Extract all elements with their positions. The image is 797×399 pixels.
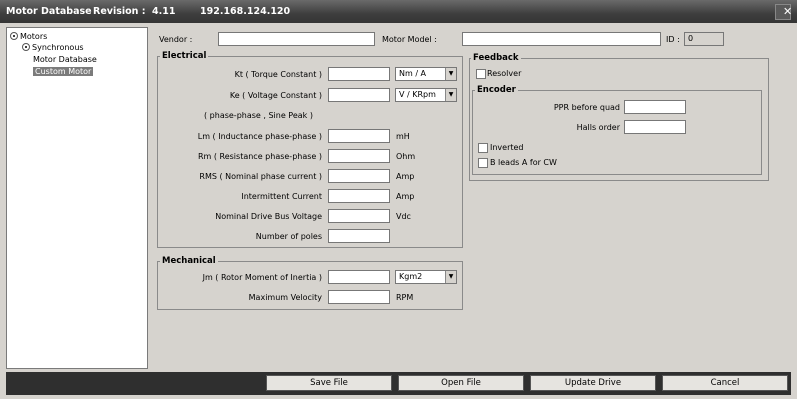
bus-voltage-input[interactable]	[328, 209, 390, 223]
close-button[interactable]: ✕	[775, 4, 793, 20]
jm-input[interactable]	[328, 270, 390, 284]
tree-item-motors[interactable]: Motors	[10, 31, 47, 41]
vendor-label: Vendor :	[159, 35, 193, 44]
intermittent-unit: Amp	[396, 192, 415, 201]
poles-label: Number of poles	[255, 232, 322, 241]
revision-value: 4.11	[152, 6, 176, 17]
intermittent-input[interactable]	[328, 189, 390, 203]
motor-model-input[interactable]	[462, 32, 661, 46]
rm-input[interactable]	[328, 149, 390, 163]
tree-node-icon	[22, 43, 30, 51]
kt-unit-select[interactable]: Nm / A ▼	[395, 67, 457, 81]
motor-tree[interactable]: Motors Synchronous Motor Database Custom…	[6, 27, 148, 369]
poles-input[interactable]	[328, 229, 390, 243]
encoder-title: Encoder	[475, 85, 518, 95]
tree-node-icon	[10, 32, 18, 40]
dropdown-arrow-icon: ▼	[445, 68, 456, 80]
halls-input[interactable]	[624, 120, 686, 134]
resolver-checkbox[interactable]	[476, 69, 486, 79]
lm-unit: mH	[396, 132, 410, 141]
dropdown-arrow-icon: ▼	[445, 271, 456, 283]
b-leads-a-checkbox[interactable]	[478, 158, 488, 168]
window-title: Motor Database	[6, 6, 92, 17]
rm-unit: Ohm	[396, 152, 416, 161]
mechanical-group	[157, 261, 463, 310]
ppr-label: PPR before quad	[553, 103, 620, 112]
vendor-input[interactable]	[218, 32, 375, 46]
ppr-input[interactable]	[624, 100, 686, 114]
rm-label: Rm ( Resistance phase-phase )	[197, 152, 322, 161]
inverted-checkbox[interactable]	[478, 143, 488, 153]
bus-voltage-unit: Vdc	[396, 212, 411, 221]
lm-input[interactable]	[328, 129, 390, 143]
inverted-label: Inverted	[490, 143, 524, 152]
close-icon: ✕	[783, 5, 793, 18]
cancel-button[interactable]: Cancel	[662, 375, 788, 391]
intermittent-label: Intermittent Current	[241, 192, 322, 201]
resolver-label: Resolver	[487, 69, 522, 78]
halls-label: Halls order	[576, 123, 620, 132]
tree-item-synchronous[interactable]: Synchronous	[22, 42, 84, 52]
ke-note: ( phase-phase , Sine Peak )	[204, 111, 313, 120]
kt-input[interactable]	[328, 67, 390, 81]
jm-label: Jm ( Rotor Moment of Inertia )	[202, 273, 322, 282]
revision-label: Revision :	[93, 6, 146, 17]
id-field: 0	[684, 32, 724, 46]
max-velocity-unit: RPM	[396, 293, 414, 302]
tree-item-motor-database[interactable]: Motor Database	[33, 55, 97, 64]
title-bar: Motor Database Revision : 4.11 192.168.1…	[0, 0, 797, 23]
jm-unit-select[interactable]: Kgm2 ▼	[395, 270, 457, 284]
ke-label: Ke ( Voltage Constant )	[229, 91, 322, 100]
open-file-button[interactable]: Open File	[398, 375, 524, 391]
bus-voltage-label: Nominal Drive Bus Voltage	[215, 212, 322, 221]
dropdown-arrow-icon: ▼	[445, 89, 456, 101]
lm-label: Lm ( Inductance phase-phase )	[197, 132, 322, 141]
kt-label: Kt ( Torque Constant )	[234, 70, 322, 79]
update-drive-button[interactable]: Update Drive	[530, 375, 656, 391]
rms-input[interactable]	[328, 169, 390, 183]
rms-unit: Amp	[396, 172, 415, 181]
max-velocity-label: Maximum Velocity	[248, 293, 322, 302]
motor-model-label: Motor Model :	[382, 35, 437, 44]
feedback-title: Feedback	[471, 53, 521, 63]
electrical-title: Electrical	[160, 51, 209, 61]
ke-input[interactable]	[328, 88, 390, 102]
b-leads-a-label: B leads A for CW	[490, 158, 557, 167]
max-velocity-input[interactable]	[328, 290, 390, 304]
id-label: ID :	[666, 35, 680, 44]
save-file-button[interactable]: Save File	[266, 375, 392, 391]
rms-label: RMS ( Nominal phase current )	[199, 172, 322, 181]
tree-item-custom-motor[interactable]: Custom Motor	[33, 67, 94, 76]
ke-unit-select[interactable]: V / KRpm ▼	[395, 88, 457, 102]
mechanical-title: Mechanical	[160, 256, 218, 266]
ip-address: 192.168.124.120	[200, 6, 291, 17]
